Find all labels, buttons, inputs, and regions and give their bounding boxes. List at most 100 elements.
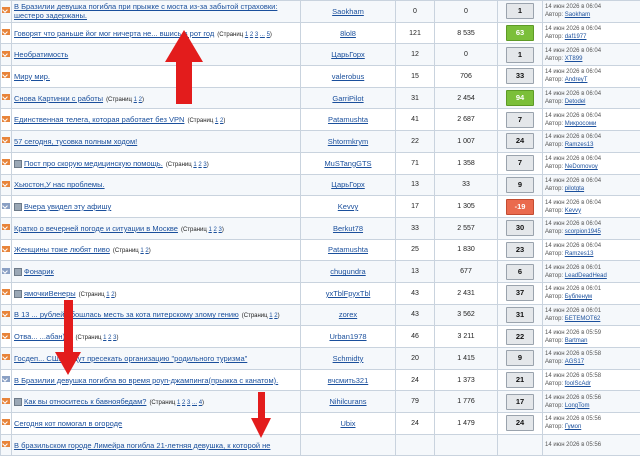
topic-link[interactable]: В бразильском городе Лимейра погибла 21-… — [14, 441, 270, 450]
topic-author-link[interactable]: Berkut78 — [333, 224, 363, 233]
topic-link[interactable]: 57 сегодня, тусовка полным ходом! — [14, 137, 137, 146]
topic-link[interactable]: В 13 ... рублей обошлась месть за кота п… — [14, 310, 239, 319]
topic-author-link[interactable]: Urban1978 — [329, 332, 366, 341]
topic-link[interactable]: Миру мир. — [14, 72, 50, 81]
topic-author-cell: Patamushta — [301, 109, 396, 131]
topic-author-link[interactable]: MuSTangGTS — [324, 159, 371, 168]
last-post-author-link[interactable]: Kevvy — [565, 208, 581, 214]
last-post-author-link[interactable]: AGS17 — [565, 359, 584, 365]
topic-link[interactable]: В Бразилии девушка погибла при прыжке с … — [14, 2, 277, 20]
last-post-author-link[interactable]: AndreyT — [565, 77, 588, 83]
page-link[interactable]: 1 — [215, 118, 218, 124]
page-link[interactable]: 2 — [108, 335, 111, 341]
last-post-author-link[interactable]: Ramzes13 — [565, 251, 594, 257]
page-link[interactable]: 1 — [209, 227, 212, 233]
last-post-cell: 14 июн 2026 в 06:04Автор: Ramzes13 — [543, 239, 640, 261]
topic-link[interactable]: Снова Картинки с работы — [14, 94, 103, 103]
page-link[interactable]: 2 — [250, 32, 253, 38]
page-link[interactable]: 3 — [203, 162, 206, 168]
page-link[interactable]: 3 — [255, 32, 258, 38]
topic-author-link[interactable]: valerobus — [332, 72, 365, 81]
page-link[interactable]: 3 — [187, 400, 190, 406]
last-post-author-link[interactable]: Detodel — [565, 99, 586, 105]
page-link[interactable]: 2 — [111, 292, 114, 298]
topic-author-link[interactable]: ЦарьГорх — [331, 180, 365, 189]
page-link[interactable]: 2 — [182, 400, 185, 406]
topic-author-link[interactable]: 8lol8 — [340, 29, 356, 38]
last-post-author-link[interactable]: NeDomovoy — [565, 164, 598, 170]
page-link[interactable]: 1 — [177, 400, 180, 406]
page-link[interactable]: 3 — [113, 335, 116, 341]
page-link[interactable]: 3 — [219, 227, 222, 233]
page-link[interactable]: 1 — [103, 335, 106, 341]
topic-author-link[interactable]: chugundra — [330, 267, 365, 276]
topic-author-link[interactable]: ЦарьГорх — [331, 50, 365, 59]
last-post-author-link[interactable]: Микросоми — [565, 121, 597, 127]
topic-author-link[interactable]: Patamushta — [328, 115, 368, 124]
page-link[interactable]: 1 — [269, 313, 272, 319]
page-link[interactable]: 2 — [139, 97, 142, 103]
topic-author-link[interactable]: Kevvy — [338, 202, 358, 211]
topic-author-link[interactable]: Ubix — [340, 419, 355, 428]
topic-author-link[interactable]: вчсмить321 — [328, 376, 369, 385]
last-post-author-link[interactable]: БЕТЕМОТ62 — [565, 316, 601, 322]
last-post-date: 14 июн 2026 в 06:04 — [545, 47, 640, 55]
rating-cell: -19 — [498, 196, 543, 218]
last-post-author-link[interactable]: XT899 — [565, 56, 583, 62]
envelope-icon — [2, 289, 10, 295]
last-post-author-link[interactable]: daf1977 — [565, 34, 587, 40]
topic-author-link[interactable]: Saokham — [332, 7, 364, 16]
rating-cell: 17 — [498, 391, 543, 413]
page-link[interactable]: 1 — [193, 162, 196, 168]
topic-link[interactable]: Говорят что раньше йог мог ничерта не...… — [14, 29, 214, 38]
topic-link[interactable]: Сегодня кот помогал в огороде — [14, 419, 122, 428]
last-post-author-link[interactable]: Гумоп — [565, 424, 582, 430]
last-post-author-link[interactable]: pilotgta — [565, 186, 584, 192]
page-link[interactable]: 1 — [134, 97, 137, 103]
topic-link[interactable]: Единственная телега, которая работает бе… — [14, 115, 184, 124]
topic-link[interactable]: Как вы относитесь к бавноябедам? — [24, 397, 146, 406]
last-post-prefix: Автор: — [545, 381, 563, 387]
last-post-author-link[interactable]: Saokham — [565, 12, 590, 18]
page-link[interactable]: 1 — [245, 32, 248, 38]
last-post-author-link[interactable]: LongTom — [565, 403, 590, 409]
topic-link[interactable]: Отва... ...абан)))) — [14, 332, 73, 341]
envelope-icon — [2, 116, 10, 122]
last-post-author-link[interactable]: Bartman — [565, 338, 588, 344]
page-link[interactable]: 2 — [145, 248, 148, 254]
topic-author-link[interactable]: Patamushta — [328, 245, 368, 254]
topic-link[interactable]: Вчера увидел эту афишу — [24, 202, 111, 211]
page-link[interactable]: 1 — [140, 248, 143, 254]
page-link[interactable]: ... — [192, 400, 197, 406]
topic-link[interactable]: Женщины тоже любят пиво — [14, 245, 110, 254]
page-link[interactable]: 2 — [214, 227, 217, 233]
topic-author-link[interactable]: Nihilcurans — [329, 397, 366, 406]
topic-author-link[interactable]: GarriPilot — [332, 94, 363, 103]
page-link[interactable]: 2 — [274, 313, 277, 319]
topic-author-link[interactable]: yxTblFpyxTbl — [326, 289, 371, 298]
page-link[interactable]: 1 — [106, 292, 109, 298]
topic-link[interactable]: В Бразилии девушка погибла во время роуп… — [14, 376, 278, 385]
last-post-date: 14 июн 2026 в 05:56 — [545, 415, 640, 423]
topic-link[interactable]: Пост про скорую медицинскую помощь. — [24, 159, 163, 168]
last-post-author-link[interactable]: Ramzes13 — [565, 142, 594, 148]
page-link[interactable]: 4 — [199, 400, 202, 406]
topic-link[interactable]: Госдеп... США будут пресекать организаци… — [14, 354, 247, 363]
page-link[interactable]: ... — [260, 32, 265, 38]
last-post-author-link[interactable]: scorpion1945 — [565, 229, 601, 235]
topic-link[interactable]: ямочкиВенеры — [24, 289, 76, 298]
page-link[interactable]: 2 — [220, 118, 223, 124]
topic-link[interactable]: Хьюстон,У нас проблемы. — [14, 180, 105, 189]
topic-author-link[interactable]: zorex — [339, 310, 357, 319]
topic-link[interactable]: Необратимость — [14, 50, 68, 59]
last-post-author-link[interactable]: foolScAdr — [565, 381, 591, 387]
topic-link[interactable]: Кратко о вечерней погоде и ситуации в Мо… — [14, 224, 178, 233]
last-post-author-link[interactable]: Бубленум — [565, 294, 592, 300]
topic-author-link[interactable]: Shtormkrym — [328, 137, 368, 146]
topic-author-link[interactable]: Schmidty — [333, 354, 364, 363]
topic-link[interactable]: Фонарик — [24, 267, 54, 276]
topic-icon-cell — [1, 1, 12, 23]
page-link[interactable]: 2 — [198, 162, 201, 168]
last-post-author-link[interactable]: LeadDeadHead — [565, 273, 607, 279]
page-link[interactable]: 5 — [267, 32, 270, 38]
